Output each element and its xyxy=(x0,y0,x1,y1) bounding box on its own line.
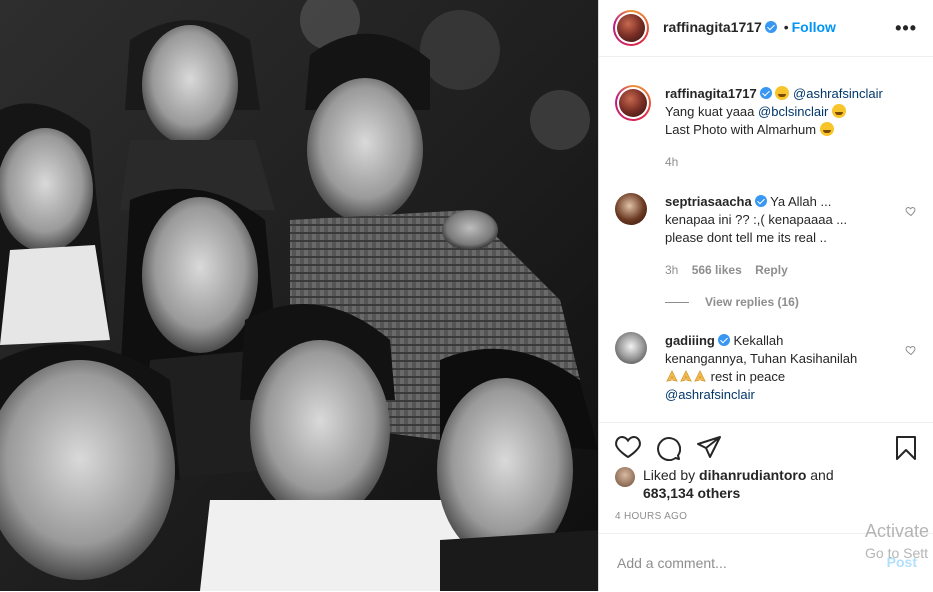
liker-username[interactable]: dihanrudiantoro xyxy=(699,467,806,483)
replies-divider xyxy=(665,302,689,304)
post-timestamp[interactable]: 4 HOURS AGO xyxy=(615,511,687,522)
liked-by-and: and xyxy=(806,467,834,483)
verified-icon xyxy=(759,87,772,99)
caption-text: Last Photo with Almarhum xyxy=(665,122,817,137)
view-replies-button[interactable]: View replies (16) xyxy=(705,295,799,309)
author-avatar[interactable] xyxy=(613,10,649,46)
reply-button[interactable]: Reply xyxy=(755,263,788,277)
caption-username[interactable]: raffinagita1717 xyxy=(665,86,757,101)
caption-author-avatar[interactable] xyxy=(615,85,651,121)
caption-mention[interactable]: @bclsinclair xyxy=(758,104,828,119)
post-header: raffinagita1717 • Follow ••• xyxy=(599,0,933,57)
comment-body: septriasaacha Ya Allah ... kenapaa ini ?… xyxy=(665,193,887,311)
post-photo[interactable] xyxy=(0,0,598,591)
caption-time: 4h xyxy=(665,155,679,169)
separator-dot: • xyxy=(783,19,789,35)
follow-button[interactable]: Follow xyxy=(792,19,836,35)
post-side-panel: raffinagita1717 • Follow ••• raffinagita1… xyxy=(598,0,933,591)
comment-text: Ya Allah ... xyxy=(770,194,832,209)
comment: gadiiing Kekallah kenangannya, Tuhan Kas… xyxy=(615,332,917,422)
commenter-avatar[interactable] xyxy=(615,332,647,364)
crying-emoji-icon xyxy=(819,122,834,136)
praying-hands-emoji-icon xyxy=(694,370,706,382)
comments-list[interactable]: raffinagita1717 @ashrafsinclair Yang kua… xyxy=(599,57,933,422)
comment-text: kenapaa ini ?? :,( kenapaaaa ... xyxy=(665,212,848,227)
praying-hands-emoji-icon xyxy=(680,370,692,382)
crying-emoji-icon xyxy=(831,104,846,118)
verified-icon xyxy=(764,21,777,33)
comment-icon[interactable] xyxy=(655,435,681,461)
heart-icon[interactable] xyxy=(615,435,641,459)
comment-meta: 3h 566 likes Reply xyxy=(665,261,887,279)
crying-emoji-icon xyxy=(775,86,790,100)
comment-time: 3h xyxy=(665,263,679,277)
comment-username[interactable]: septriasaacha xyxy=(665,194,752,209)
liker-avatar[interactable] xyxy=(615,467,635,487)
verified-icon xyxy=(754,195,767,207)
commenter-avatar[interactable] xyxy=(615,193,647,225)
caption: raffinagita1717 @ashrafsinclair Yang kua… xyxy=(615,85,917,175)
comment-text: rest in peace xyxy=(710,369,786,384)
verified-icon xyxy=(717,334,730,346)
praying-hands-emoji-icon xyxy=(666,370,678,382)
view-replies-row[interactable]: View replies (16) xyxy=(665,293,887,311)
watermark-line: Activate xyxy=(865,521,930,541)
comment-text: Kekallah xyxy=(733,333,784,348)
caption-body: raffinagita1717 @ashrafsinclair Yang kua… xyxy=(665,85,887,171)
comment-body: gadiiing Kekallah kenangannya, Tuhan Kas… xyxy=(665,332,887,404)
watermark-line: Go to Sett xyxy=(865,545,929,561)
activation-watermark: Activate Go to Sett xyxy=(865,520,929,564)
more-icon[interactable]: ••• xyxy=(895,18,917,39)
comment-mention[interactable]: @ashrafsinclair xyxy=(665,386,887,404)
like-comment-heart-icon[interactable] xyxy=(905,344,917,356)
bookmark-icon[interactable] xyxy=(895,435,917,461)
caption-mention[interactable]: @ashrafsinclair xyxy=(793,86,883,101)
comment: septriasaacha Ya Allah ... kenapaa ini ?… xyxy=(615,193,917,313)
add-comment-input[interactable] xyxy=(615,552,869,574)
author-line: raffinagita1717 • Follow xyxy=(663,19,836,35)
like-comment-heart-icon[interactable] xyxy=(905,205,917,217)
group-selfie-image xyxy=(0,0,598,591)
author-username[interactable]: raffinagita1717 xyxy=(663,19,762,35)
liked-by-prefix: Liked by xyxy=(643,467,700,483)
share-icon[interactable] xyxy=(696,435,722,459)
comment-text: please dont tell me its real .. xyxy=(665,230,827,245)
comment-text: kenangannya, Tuhan Kasihanilah xyxy=(665,351,858,366)
caption-text: Yang kuat yaaa xyxy=(665,104,755,119)
comment-username[interactable]: gadiiing xyxy=(665,333,715,348)
comment-likes[interactable]: 566 likes xyxy=(692,263,742,277)
likes-count[interactable]: 683,134 others xyxy=(643,485,740,501)
